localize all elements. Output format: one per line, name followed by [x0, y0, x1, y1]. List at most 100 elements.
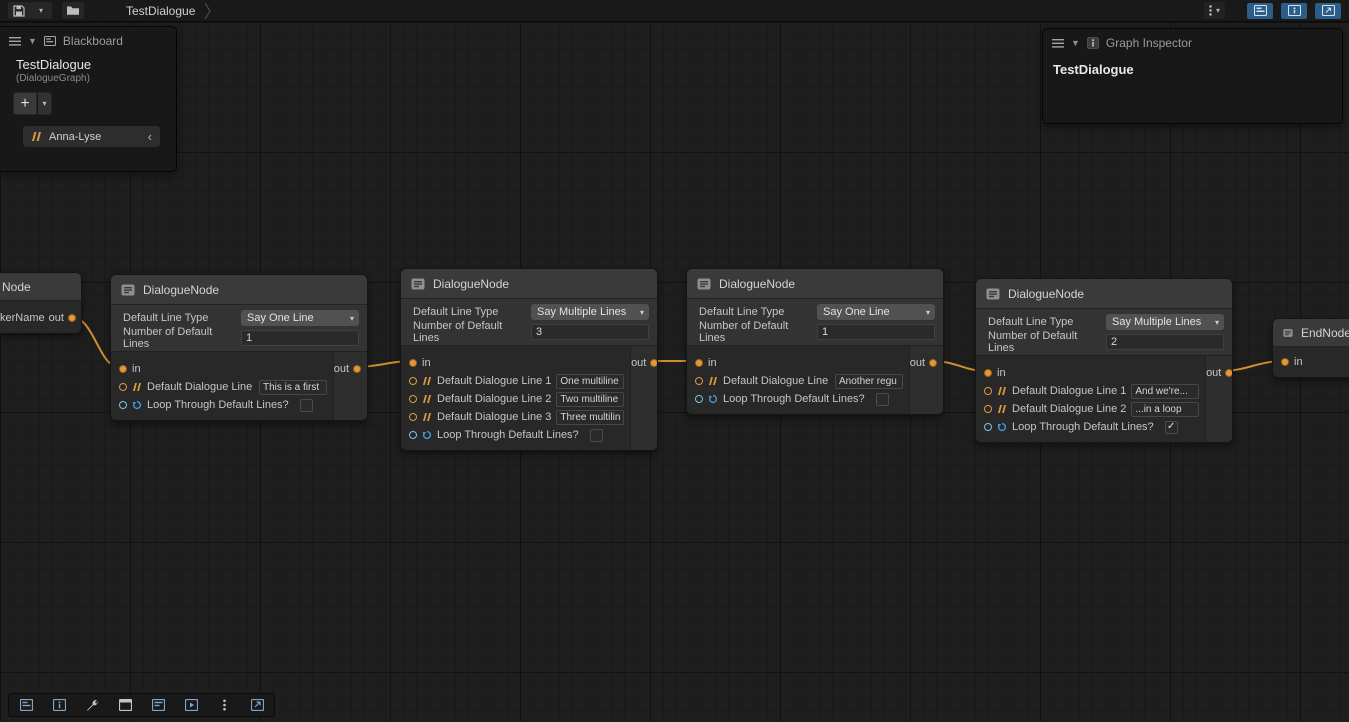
blackboard-field[interactable]: Anna-Lyse ‹ — [22, 125, 161, 148]
dialogue-line-port[interactable] — [409, 395, 417, 403]
dialogue-line-port[interactable] — [409, 413, 417, 421]
node-title: Node — [2, 280, 31, 294]
in-port[interactable] — [119, 365, 127, 373]
breadcrumb[interactable]: TestDialogue — [126, 3, 211, 19]
add-field-button[interactable]: + — [13, 92, 37, 115]
dialogue-line-field[interactable]: Three multilin — [556, 410, 624, 425]
out-port[interactable] — [650, 359, 658, 367]
num-lines-field[interactable]: 1 — [241, 330, 359, 346]
dialogue-line-field[interactable]: Two multiline — [556, 392, 624, 407]
hamburger-icon[interactable] — [9, 37, 21, 46]
blackboard-panel-button[interactable] — [14, 695, 38, 715]
line-type-dropdown[interactable]: Say One Line ▾ — [241, 310, 359, 326]
loop-port[interactable] — [695, 395, 703, 403]
collapse-caret-icon[interactable]: ▼ — [28, 37, 37, 46]
save-button[interactable] — [8, 2, 30, 19]
open-asset-button[interactable] — [62, 2, 84, 19]
add-field-dropdown[interactable]: ▾ — [38, 92, 52, 115]
dialogue-node-3[interactable]: DialogueNode Default Line Type Say One L… — [686, 268, 944, 415]
node-title: EndNode — [1301, 326, 1349, 340]
kebab-menu-icon — [1209, 5, 1212, 16]
in-port[interactable] — [409, 359, 417, 367]
hamburger-icon[interactable] — [1052, 39, 1064, 48]
board-button[interactable] — [146, 695, 170, 715]
breadcrumb-item[interactable]: TestDialogue — [126, 4, 195, 18]
dialogue-line-label: Default Dialogue Line 1 — [1012, 385, 1126, 397]
out-port-row: out — [334, 360, 367, 378]
dropdown-caret-icon: ▾ — [1215, 318, 1219, 327]
end-node[interactable]: EndNode in — [1272, 318, 1349, 378]
settings-button[interactable] — [80, 695, 104, 715]
num-lines-label: Number of Default Lines — [413, 320, 531, 344]
in-port[interactable] — [695, 359, 703, 367]
dialogue-line-port[interactable] — [119, 383, 127, 391]
out-port[interactable] — [353, 365, 361, 373]
save-dropdown-button[interactable]: ▾ — [30, 2, 52, 19]
graph-inspector-header[interactable]: ▼ Graph Inspector — [1043, 29, 1342, 54]
node-title-bar[interactable]: Node — [0, 273, 81, 301]
blackboard-graph-type: (DialogueGraph) — [16, 73, 176, 84]
wrench-icon — [86, 699, 99, 712]
dialogue-node-2[interactable]: DialogueNode Default Line Type Say Multi… — [400, 268, 658, 451]
num-lines-field[interactable]: 2 — [1106, 334, 1224, 350]
node-title-bar[interactable]: DialogueNode — [687, 269, 943, 299]
window-button[interactable] — [113, 695, 137, 715]
dialogue-line-field[interactable]: And we're... — [1131, 384, 1199, 399]
in-port[interactable] — [1281, 358, 1289, 366]
line-type-dropdown[interactable]: Say Multiple Lines ▾ — [1106, 314, 1224, 330]
dialogue-line-field[interactable]: One multiline — [556, 374, 624, 389]
speaker-node[interactable]: Node kerName out — [0, 272, 82, 334]
in-port[interactable] — [984, 369, 992, 377]
dialogue-line-field[interactable]: This is a first — [259, 380, 327, 395]
blackboard-toggle-button[interactable] — [1247, 3, 1273, 19]
graph-toolbar: ▾ TestDialogue ▾ — [0, 0, 1349, 22]
line-type-dropdown[interactable]: Say Multiple Lines ▾ — [531, 304, 649, 320]
blackboard-header[interactable]: ▼ Blackboard — [0, 27, 176, 52]
dialogue-line-port[interactable] — [409, 377, 417, 385]
node-title: DialogueNode — [1008, 287, 1084, 301]
node-title-bar[interactable]: DialogueNode — [401, 269, 657, 299]
property-row: Number of Default Lines 1 — [699, 324, 935, 340]
num-lines-label: Number of Default Lines — [123, 326, 241, 350]
dialogue-node-4[interactable]: DialogueNode Default Line Type Say Multi… — [975, 278, 1233, 443]
inspector-panel-button[interactable] — [47, 695, 71, 715]
loop-checkbox[interactable] — [590, 429, 603, 442]
dialogue-line-port[interactable] — [984, 387, 992, 395]
dialogue-line-port[interactable] — [695, 377, 703, 385]
line-type-dropdown[interactable]: Say One Line ▾ — [817, 304, 935, 320]
output-port-column: out — [333, 352, 367, 420]
node-properties: Default Line Type Say One Line ▾ Number … — [111, 305, 367, 351]
num-lines-label: Number of Default Lines — [699, 320, 817, 344]
blackboard-icon — [44, 36, 56, 46]
loop-checkbox[interactable]: ✓ — [1165, 421, 1178, 434]
node-title-bar[interactable]: DialogueNode — [111, 275, 367, 305]
dialogue-node-1[interactable]: DialogueNode Default Line Type Say One L… — [110, 274, 368, 421]
collapse-caret-icon[interactable]: ▼ — [1071, 39, 1080, 48]
inspector-toggle-button[interactable] — [1281, 3, 1307, 19]
dialogue-line-field[interactable]: Another regu — [835, 374, 903, 389]
loop-port[interactable] — [984, 423, 992, 431]
dialogue-line-port[interactable] — [984, 405, 992, 413]
num-lines-field[interactable]: 3 — [531, 324, 649, 340]
out-port[interactable] — [1225, 369, 1233, 377]
open-external-window-button[interactable] — [245, 695, 269, 715]
loop-checkbox[interactable] — [300, 399, 313, 412]
options-menu-button[interactable]: ▾ — [1204, 2, 1225, 19]
play-panel-button[interactable] — [179, 695, 203, 715]
loop-port[interactable] — [119, 401, 127, 409]
line-type-value: Say Multiple Lines — [1112, 316, 1201, 328]
more-options-button[interactable] — [212, 695, 236, 715]
node-title-bar[interactable]: EndNode — [1273, 319, 1349, 347]
loop-row: Loop Through Default Lines? ✓ — [976, 418, 1205, 436]
expand-chevron-icon[interactable]: ‹ — [148, 130, 152, 143]
dialogue-line-field[interactable]: ...in a loop — [1131, 402, 1199, 417]
preview-toggle-button[interactable] — [1315, 3, 1341, 19]
loop-label: Loop Through Default Lines? — [1012, 421, 1154, 433]
out-port[interactable] — [929, 359, 937, 367]
property-row: Default Line Type Say Multiple Lines ▾ — [413, 304, 649, 320]
num-lines-field[interactable]: 1 — [817, 324, 935, 340]
loop-checkbox[interactable] — [876, 393, 889, 406]
node-title-bar[interactable]: DialogueNode — [976, 279, 1232, 309]
out-port[interactable] — [68, 314, 76, 322]
loop-port[interactable] — [409, 431, 417, 439]
